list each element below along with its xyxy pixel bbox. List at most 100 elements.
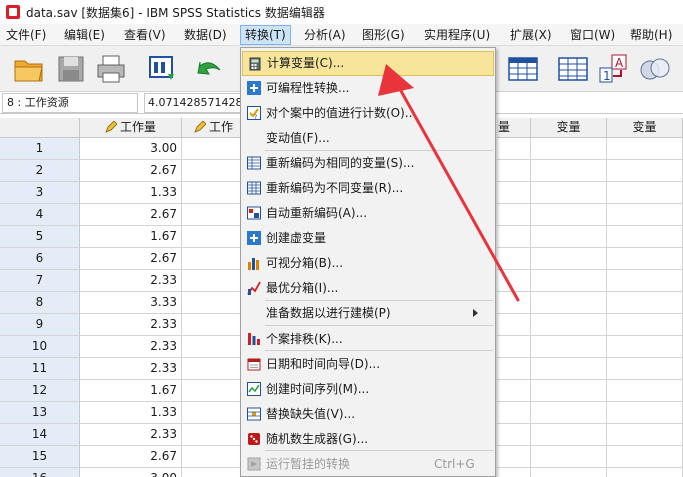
variable-sets-icon[interactable] xyxy=(638,52,672,86)
data-cell-empty[interactable] xyxy=(497,248,531,270)
menu-data[interactable]: 数据(D) xyxy=(180,25,231,45)
data-cell-empty[interactable] xyxy=(497,226,531,248)
data-cell-empty[interactable] xyxy=(607,182,683,204)
row-number[interactable]: 5 xyxy=(0,226,80,248)
menu-transform[interactable]: 转换(T) xyxy=(240,25,291,45)
dialog-recall-icon[interactable] xyxy=(146,52,180,86)
data-cell-empty[interactable] xyxy=(497,270,531,292)
menu-graphs[interactable]: 图形(G) xyxy=(358,25,409,45)
data-cell-empty[interactable] xyxy=(607,292,683,314)
data-cell-empty[interactable] xyxy=(607,380,683,402)
data-cell-empty[interactable] xyxy=(497,314,531,336)
data-cell-empty[interactable] xyxy=(607,160,683,182)
data-cell-empty[interactable] xyxy=(182,138,242,160)
data-cell-empty[interactable] xyxy=(607,226,683,248)
data-cell-workload[interactable]: 1.67 xyxy=(80,380,182,402)
row-number[interactable]: 13 xyxy=(0,402,80,424)
row-number[interactable]: 16 xyxy=(0,468,80,477)
data-cell-workload[interactable]: 3.00 xyxy=(80,468,182,477)
data-cell-empty[interactable] xyxy=(497,358,531,380)
data-cell-empty[interactable] xyxy=(182,226,242,248)
data-cell-empty[interactable] xyxy=(607,336,683,358)
menu-item-optimal-binning[interactable]: 最优分箱(I)... xyxy=(242,276,494,301)
row-number[interactable]: 1 xyxy=(0,138,80,160)
menu-extensions[interactable]: 扩展(X) xyxy=(506,25,556,45)
value-labels-icon[interactable]: A 1 xyxy=(596,52,630,86)
data-cell-empty[interactable] xyxy=(531,204,607,226)
menu-item-compute-variable[interactable]: 计算变量(C)... xyxy=(242,51,494,76)
data-cell-workload[interactable]: 3.33 xyxy=(80,292,182,314)
data-cell-empty[interactable] xyxy=(182,182,242,204)
undo-icon[interactable] xyxy=(192,52,226,86)
open-folder-icon[interactable] xyxy=(12,52,46,86)
data-cell-empty[interactable] xyxy=(607,468,683,477)
data-cell-empty[interactable] xyxy=(497,204,531,226)
row-number[interactable]: 8 xyxy=(0,292,80,314)
data-cell-empty[interactable] xyxy=(607,204,683,226)
menu-view[interactable]: 查看(V) xyxy=(120,25,170,45)
grid-view-icon[interactable] xyxy=(506,52,540,86)
data-cell-workload[interactable]: 3.00 xyxy=(80,138,182,160)
data-cell-workload[interactable]: 2.33 xyxy=(80,336,182,358)
column-header-var[interactable]: 变量 xyxy=(607,118,683,138)
data-cell-empty[interactable] xyxy=(182,380,242,402)
data-cell-empty[interactable] xyxy=(531,336,607,358)
menu-item-create-dummy-variables[interactable]: 创建虚变量 xyxy=(242,226,494,251)
data-cell-empty[interactable] xyxy=(182,358,242,380)
menu-item-date-time-wizard[interactable]: 日期和时间向导(D)... xyxy=(242,352,494,377)
data-cell-empty[interactable] xyxy=(497,424,531,446)
data-cell-empty[interactable] xyxy=(497,468,531,477)
data-cell-empty[interactable] xyxy=(531,446,607,468)
data-cell-empty[interactable] xyxy=(607,424,683,446)
row-number[interactable]: 11 xyxy=(0,358,80,380)
data-cell-workload[interactable]: 1.33 xyxy=(80,402,182,424)
data-cell-workload[interactable]: 2.67 xyxy=(80,204,182,226)
data-cell-workload[interactable]: 2.33 xyxy=(80,270,182,292)
data-cell-empty[interactable] xyxy=(497,380,531,402)
data-cell-empty[interactable] xyxy=(531,402,607,424)
data-cell-empty[interactable] xyxy=(607,248,683,270)
data-cell-workload[interactable]: 1.67 xyxy=(80,226,182,248)
data-cell-empty[interactable] xyxy=(182,446,242,468)
data-cell-empty[interactable] xyxy=(531,380,607,402)
data-cell-workload[interactable]: 2.33 xyxy=(80,314,182,336)
column-header-var-partial[interactable]: 量 xyxy=(497,118,531,138)
save-icon[interactable] xyxy=(54,52,88,86)
menu-analyze[interactable]: 分析(A) xyxy=(300,25,350,45)
data-cell-empty[interactable] xyxy=(531,182,607,204)
row-number[interactable]: 14 xyxy=(0,424,80,446)
menu-item-random-number-generators[interactable]: 随机数生成器(G)... xyxy=(242,427,494,452)
menu-item-shift-values[interactable]: 变动值(F)... xyxy=(242,126,494,151)
data-cell-empty[interactable] xyxy=(607,446,683,468)
corner-header[interactable] xyxy=(0,118,80,138)
data-cell-empty[interactable] xyxy=(497,336,531,358)
menu-item-automatic-recode[interactable]: 自动重新编码(A)... xyxy=(242,201,494,226)
row-number[interactable]: 9 xyxy=(0,314,80,336)
row-number[interactable]: 12 xyxy=(0,380,80,402)
menu-edit[interactable]: 编辑(E) xyxy=(60,25,109,45)
data-cell-empty[interactable] xyxy=(531,160,607,182)
data-cell-empty[interactable] xyxy=(182,468,242,477)
row-number[interactable]: 2 xyxy=(0,160,80,182)
data-cell-workload[interactable]: 2.67 xyxy=(80,248,182,270)
menu-item-prepare-data-for-modeling[interactable]: 准备数据以进行建模(P) xyxy=(242,301,494,326)
data-cell-empty[interactable] xyxy=(182,336,242,358)
data-cell-empty[interactable] xyxy=(182,402,242,424)
data-cell-empty[interactable] xyxy=(531,314,607,336)
column-header-var[interactable]: 变量 xyxy=(531,118,607,138)
data-cell-empty[interactable] xyxy=(607,270,683,292)
data-cell-empty[interactable] xyxy=(607,314,683,336)
row-number[interactable]: 15 xyxy=(0,446,80,468)
data-cell-empty[interactable] xyxy=(531,226,607,248)
data-cell-workload[interactable]: 2.67 xyxy=(80,160,182,182)
data-cell-empty[interactable] xyxy=(497,138,531,160)
column-header-work-partial[interactable]: 工作 xyxy=(182,118,242,138)
data-cell-empty[interactable] xyxy=(182,424,242,446)
row-number[interactable]: 4 xyxy=(0,204,80,226)
data-cell-empty[interactable] xyxy=(531,358,607,380)
menu-item-create-time-series[interactable]: 创建时间序列(M)... xyxy=(242,377,494,402)
column-header-workload[interactable]: 工作量 xyxy=(80,118,182,138)
row-number[interactable]: 6 xyxy=(0,248,80,270)
menu-item-recode-different-variables[interactable]: 重新编码为不同变量(R)... xyxy=(242,176,494,201)
row-number[interactable]: 3 xyxy=(0,182,80,204)
